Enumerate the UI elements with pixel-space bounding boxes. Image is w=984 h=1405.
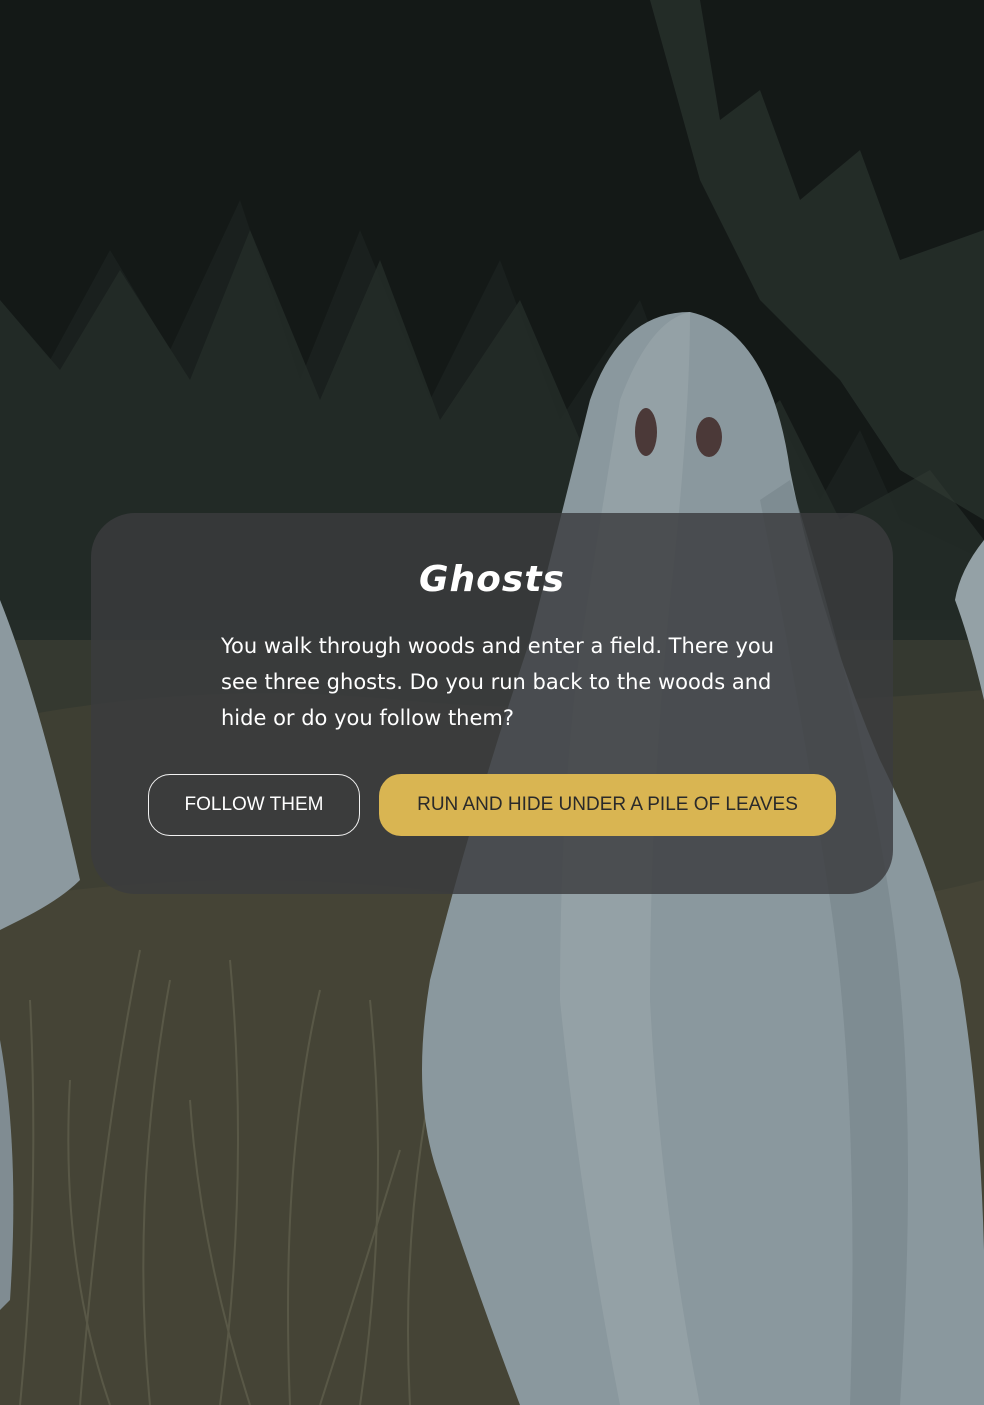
story-title: Ghosts [419, 559, 565, 600]
story-scene: Ghosts You walk through woods and enter … [0, 0, 984, 1405]
follow-them-button[interactable]: FOLLOW THEM [148, 774, 360, 836]
story-text: You walk through woods and enter a field… [221, 634, 775, 730]
run-and-hide-button[interactable]: RUN AND HIDE UNDER A PILE OF LEAVES [379, 774, 836, 836]
